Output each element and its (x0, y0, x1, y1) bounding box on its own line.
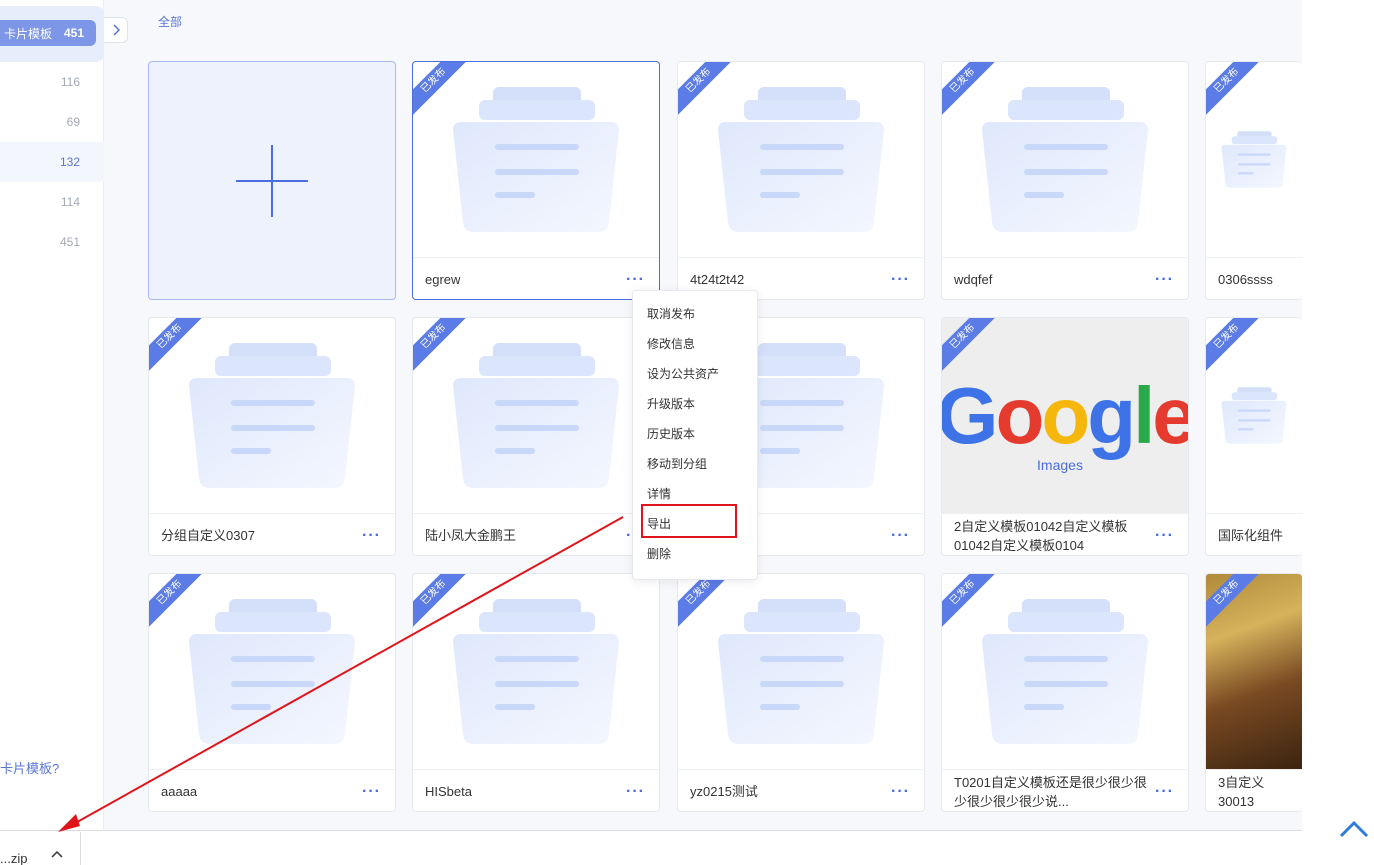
svg-text:Google: Google (942, 371, 1188, 460)
card-name: 3自定义30013 (1218, 774, 1265, 809)
folder-icon (453, 599, 619, 744)
folder-thumbnail (413, 574, 659, 769)
sidebar-item-count: 114 (60, 195, 80, 209)
folder-thumbnail (942, 62, 1188, 257)
folder-icon (453, 343, 619, 488)
folder-icon (982, 599, 1148, 744)
plus-icon (236, 144, 308, 217)
sidebar-collapse-button[interactable] (104, 17, 128, 43)
download-divider (80, 832, 81, 865)
chevron-up-icon[interactable] (50, 849, 64, 859)
folder-thumbnail (942, 574, 1188, 769)
card-name: 2自定义模板01042自定义模板01042自定义模板0104 (954, 518, 1128, 553)
image-caption: Images (1037, 457, 1083, 473)
sidebar-item-count: 451 (63, 26, 84, 40)
menu-item-upgrade-version[interactable]: 升级版本 (633, 389, 757, 419)
sidebar-item-label: 卡片模板 (4, 26, 53, 41)
sidebar-item-card-template[interactable]: 卡片模板 451 (0, 20, 96, 46)
more-options-button[interactable]: ··· (626, 271, 645, 287)
sidebar-item-2[interactable]: 69 (0, 102, 104, 142)
template-card[interactable]: 已发布 aaaaa ··· (148, 573, 396, 812)
sidebar-item-count: 451 (59, 235, 80, 249)
download-filename[interactable]: ...zip (0, 851, 27, 865)
more-options-button[interactable]: ··· (1155, 783, 1174, 799)
card-name: wdqfef (954, 272, 993, 287)
menu-item-history-version[interactable]: 历史版本 (633, 419, 757, 449)
download-bar: ...zip (0, 830, 1302, 865)
category-sidebar: 卡片模板 451 116 69 132 114 451 卡片模板? (0, 0, 104, 830)
more-options-button[interactable]: ··· (362, 527, 381, 543)
template-card[interactable]: 已发布 国际化组件 (1205, 317, 1302, 556)
sidebar-item-3[interactable]: 132 (0, 142, 104, 182)
help-link[interactable]: 卡片模板? (0, 758, 59, 777)
sidebar-item-count: 132 (59, 155, 80, 169)
folder-thumbnail (413, 318, 659, 513)
card-name: 陆小凤大金鹏王 (425, 528, 517, 543)
chevron-right-icon (113, 24, 120, 36)
sidebar-item-1[interactable]: 116 (0, 62, 104, 102)
folder-icon (189, 343, 355, 488)
folder-thumbnail (678, 62, 924, 257)
folder-thumbnail (149, 574, 395, 769)
menu-item-set-public[interactable]: 设为公共资产 (633, 359, 757, 389)
template-card[interactable]: 已发布 分组自定义0307 ··· (148, 317, 396, 556)
card-name: 0306ssss (1218, 272, 1273, 287)
folder-thumbnail (149, 318, 395, 513)
menu-item-delete[interactable]: 删除 (633, 539, 757, 569)
menu-item-edit-info[interactable]: 修改信息 (633, 329, 757, 359)
card-name: 4t24t2t42 (690, 272, 745, 287)
folder-thumbnail (413, 62, 659, 257)
folder-icon (718, 87, 884, 232)
folder-icon (189, 599, 355, 744)
back-to-top-icon[interactable] (1338, 816, 1370, 840)
more-options-button[interactable]: ··· (1155, 527, 1174, 543)
template-card[interactable]: 已发布 3自定义30013 (1205, 573, 1302, 812)
card-name: 国际化组件 (1218, 528, 1284, 543)
more-options-button[interactable]: ··· (362, 783, 381, 799)
export-highlight-box (641, 504, 737, 538)
add-card-button[interactable] (148, 61, 396, 300)
more-options-button[interactable]: ··· (626, 783, 645, 799)
folder-thumbnail (678, 574, 924, 769)
menu-item-move-to-group[interactable]: 移动到分组 (633, 449, 757, 479)
more-options-button[interactable]: ··· (1155, 271, 1174, 287)
template-card[interactable]: Google Images 已发布 2自定义模板01042自定义模板01042自… (941, 317, 1189, 556)
more-options-button[interactable]: ··· (891, 783, 910, 799)
sidebar-item-4[interactable]: 114 (0, 182, 104, 222)
card-name: aaaaa (161, 784, 198, 799)
folder-icon (453, 87, 619, 232)
template-card[interactable]: 已发布 0306ssss (1205, 61, 1302, 300)
folder-icon (718, 599, 884, 744)
template-card[interactable]: 已发布 T0201自定义模板还是很少很少很少很少很少很少说... ··· (941, 573, 1189, 812)
card-name: egrew (425, 272, 461, 287)
sidebar-item-count: 69 (66, 115, 80, 129)
page-margin (1302, 0, 1374, 865)
card-name: 分组自定义0307 (161, 528, 255, 543)
card-name: T0201自定义模板还是很少很少很少很少很少很少说... (954, 774, 1147, 809)
template-card[interactable]: 已发布 wdqfef ··· (941, 61, 1189, 300)
more-options-button[interactable]: ··· (891, 271, 910, 287)
more-options-button[interactable]: ··· (891, 527, 910, 543)
google-logo-image: Google Images (942, 371, 1188, 473)
template-card[interactable]: 已发布 4t24t2t42 ··· (677, 61, 925, 300)
template-card[interactable]: 已发布 egrew ··· (412, 61, 660, 300)
sidebar-item-5[interactable]: 451 (0, 222, 104, 262)
card-name: yz0215测试 (690, 784, 758, 799)
menu-item-unpublish[interactable]: 取消发布 (633, 299, 757, 329)
template-card[interactable]: 已发布 yz0215测试 ··· (677, 573, 925, 812)
card-name: HISbeta (425, 784, 472, 799)
breadcrumb[interactable]: 全部 (158, 13, 182, 30)
image-thumbnail: Google Images (942, 318, 1188, 513)
sidebar-item-count: 116 (60, 75, 80, 89)
template-card[interactable]: 已发布 陆小凤大金鹏王··· (412, 317, 660, 556)
folder-icon (982, 87, 1148, 232)
template-card[interactable]: 已发布 HISbeta ··· (412, 573, 660, 812)
